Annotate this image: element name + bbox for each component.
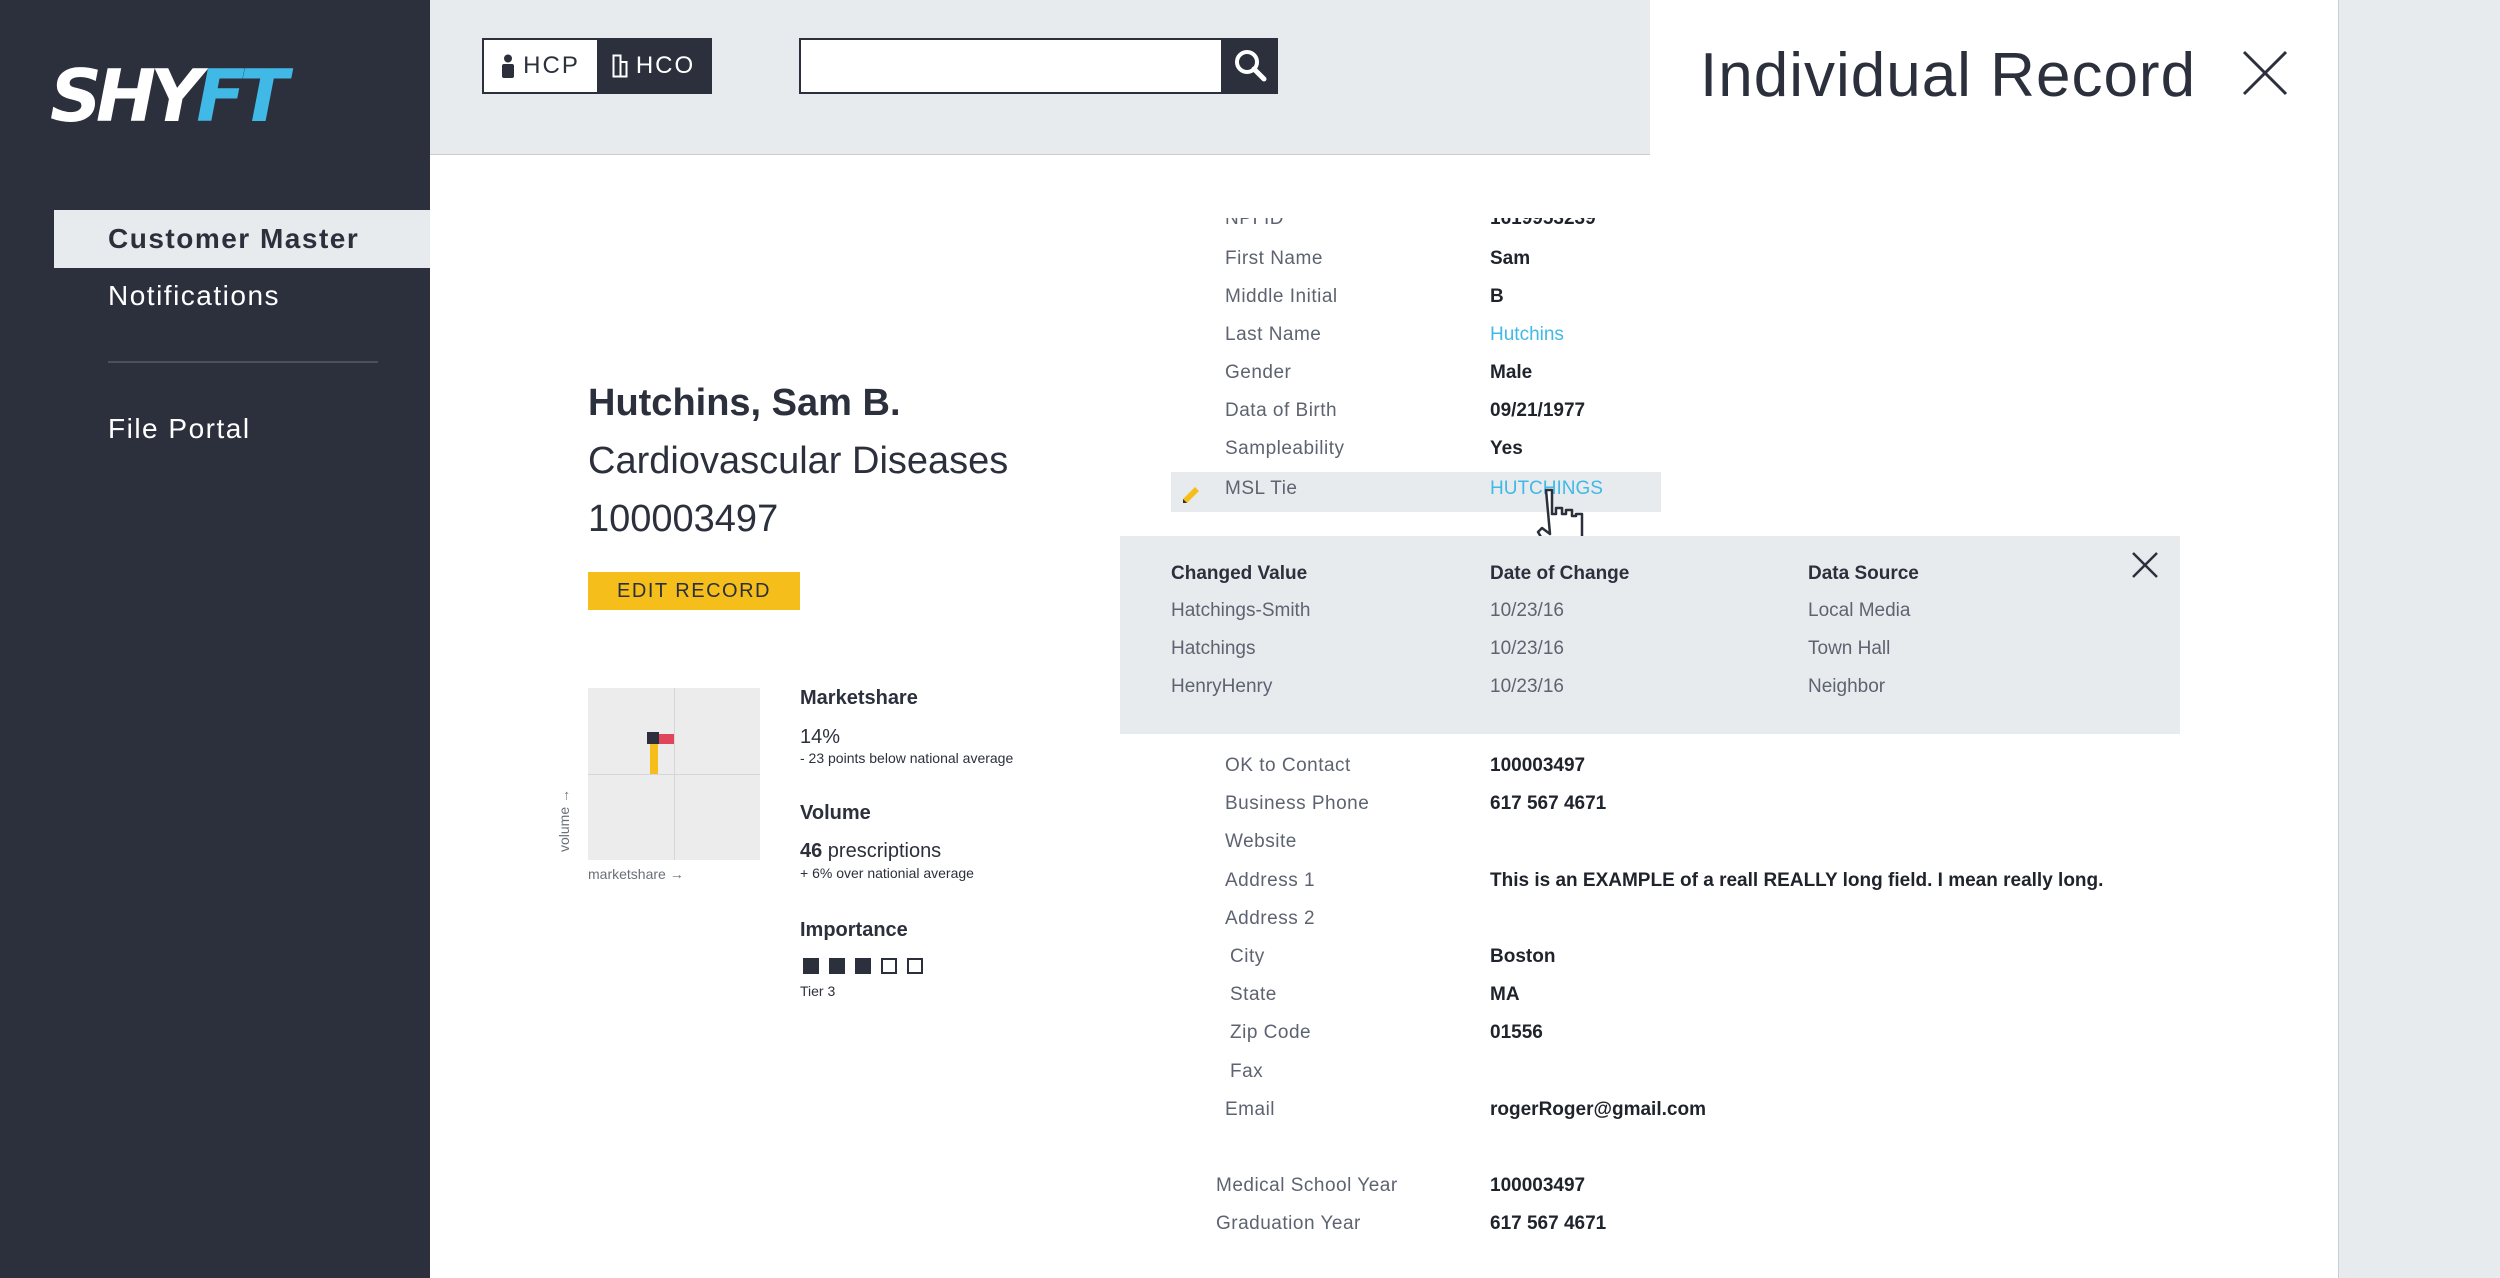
history-cell: 10/23/16 — [1490, 600, 1564, 621]
field-label: Email — [1225, 1098, 1276, 1120]
field-label: Sampleability — [1225, 438, 1345, 459]
importance-rating — [803, 958, 923, 974]
field-label: Business Phone — [1225, 793, 1370, 815]
field-label: Zip Code — [1230, 1022, 1312, 1044]
importance-square — [803, 958, 819, 974]
close-icon — [2132, 552, 2158, 578]
volume-value: 46 prescriptions — [800, 840, 941, 863]
importance-square — [907, 958, 923, 974]
field-label: Gender — [1225, 362, 1292, 383]
field-label: OK to Contact — [1225, 755, 1351, 776]
hcp-hco-toggle[interactable]: HCP HCO — [482, 38, 712, 94]
right-edge-strip — [2338, 0, 2500, 1278]
search-button[interactable] — [1223, 38, 1278, 94]
sidebar-item-customer-master[interactable]: Customer Master — [54, 210, 430, 268]
hco-label: HCO — [635, 52, 696, 79]
panel-title: Individual Record — [1700, 41, 2197, 110]
marketshare-value: 14% — [800, 726, 841, 748]
marketshare-title: Marketshare — [800, 687, 918, 709]
importance-title: Importance — [800, 919, 908, 941]
field-label: Last Name — [1225, 324, 1322, 345]
sidebar — [0, 0, 430, 1278]
field-value: 100003497 — [1490, 755, 1586, 776]
close-panel-button[interactable] — [2240, 48, 2290, 98]
field-value: 1619953239 — [1490, 208, 1596, 229]
profile-id: 100003497 — [588, 498, 779, 540]
history-cell: 10/23/16 — [1490, 676, 1564, 697]
field-value: Male — [1490, 362, 1533, 383]
history-cell: Town Hall — [1808, 638, 1891, 659]
field-value: MA — [1490, 984, 1520, 1006]
field-value: Boston — [1490, 946, 1556, 967]
hcp-label: HCP — [523, 52, 580, 79]
person-icon — [502, 54, 515, 78]
field-value[interactable]: Hutchins — [1490, 324, 1564, 346]
sidebar-item-file-portal[interactable]: File Portal — [54, 400, 430, 458]
field-value: 617 567 4671 — [1490, 1213, 1607, 1234]
edit-record-button[interactable]: EDIT RECORD — [588, 572, 800, 610]
building-icon — [612, 54, 628, 78]
field-label: Address 2 — [1225, 907, 1316, 929]
field-label: Medical School Year — [1216, 1175, 1398, 1196]
field-label: NPI ID — [1225, 208, 1284, 229]
marketshare-note: - 23 points below national average — [800, 750, 1014, 766]
history-cell: Hatchings-Smith — [1171, 600, 1311, 621]
field-value: 01556 — [1490, 1022, 1543, 1044]
importance-square — [881, 958, 897, 974]
chart-x-axis-label: marketshare → — [588, 866, 684, 882]
field-label: Middle Initial — [1225, 286, 1338, 307]
field-value: 09/21/1977 — [1490, 400, 1586, 421]
history-header-source: Data Source — [1808, 563, 1919, 584]
field-label: Data of Birth — [1225, 400, 1338, 421]
close-history-button[interactable] — [2130, 550, 2160, 585]
logo-text-blue: FT — [196, 54, 288, 138]
history-cell: 10/23/16 — [1490, 638, 1564, 659]
field-value: 100003497 — [1490, 1175, 1586, 1196]
field-label: MSL Tie — [1225, 478, 1298, 499]
field-label: Fax — [1230, 1060, 1264, 1082]
hco-toggle-button[interactable]: HCO — [597, 40, 710, 92]
field-value: B — [1490, 286, 1504, 307]
importance-tier: Tier 3 — [800, 983, 836, 999]
field-label: First Name — [1225, 248, 1323, 269]
shyft-logo[interactable]: SHYFT — [50, 60, 289, 132]
history-cell: Hatchings — [1171, 638, 1256, 659]
importance-square — [829, 958, 845, 974]
hcp-toggle-button[interactable]: HCP — [484, 40, 597, 92]
field-label: City — [1230, 946, 1265, 967]
sidebar-item-notifications[interactable]: Notifications — [54, 267, 430, 325]
field-value: rogerRoger@gmail.com — [1490, 1098, 1706, 1120]
history-cell: Neighbor — [1808, 676, 1886, 697]
history-cell: Local Media — [1808, 600, 1911, 621]
search-icon — [1235, 50, 1267, 82]
close-icon — [2242, 50, 2288, 96]
field-value: Sam — [1490, 248, 1531, 269]
profile-specialty: Cardiovascular Diseases — [588, 440, 1009, 482]
volume-number: 46 — [800, 840, 823, 862]
field-label: Graduation Year — [1216, 1213, 1361, 1234]
field-label: Website — [1225, 831, 1297, 853]
profile-name: Hutchins, Sam B. — [588, 382, 901, 424]
volume-title: Volume — [800, 802, 871, 824]
field-value: This is an EXAMPLE of a reall REALLY lon… — [1490, 869, 2104, 891]
history-cell: HenryHenry — [1171, 676, 1273, 697]
pencil-edit-icon[interactable] — [1180, 482, 1204, 506]
sidebar-divider — [108, 361, 378, 363]
field-label: Address 1 — [1225, 869, 1316, 891]
field-label: State — [1230, 984, 1277, 1006]
importance-square — [855, 958, 871, 974]
volume-note: + 6% over nationial average — [800, 865, 974, 881]
search-input[interactable] — [799, 38, 1223, 94]
chart-y-axis-label: volume → — [556, 788, 572, 852]
field-value: 617 567 4671 — [1490, 793, 1607, 815]
volume-unit: prescriptions — [822, 840, 942, 862]
logo-text-white: SHY — [50, 54, 202, 138]
chart-marketshare-bar — [658, 734, 674, 744]
chart-center-horizontal — [588, 774, 760, 775]
chart-point-marker — [647, 732, 659, 744]
field-value: Yes — [1490, 438, 1523, 459]
history-header-date: Date of Change — [1490, 563, 1630, 584]
history-header-changed-value: Changed Value — [1171, 563, 1308, 584]
